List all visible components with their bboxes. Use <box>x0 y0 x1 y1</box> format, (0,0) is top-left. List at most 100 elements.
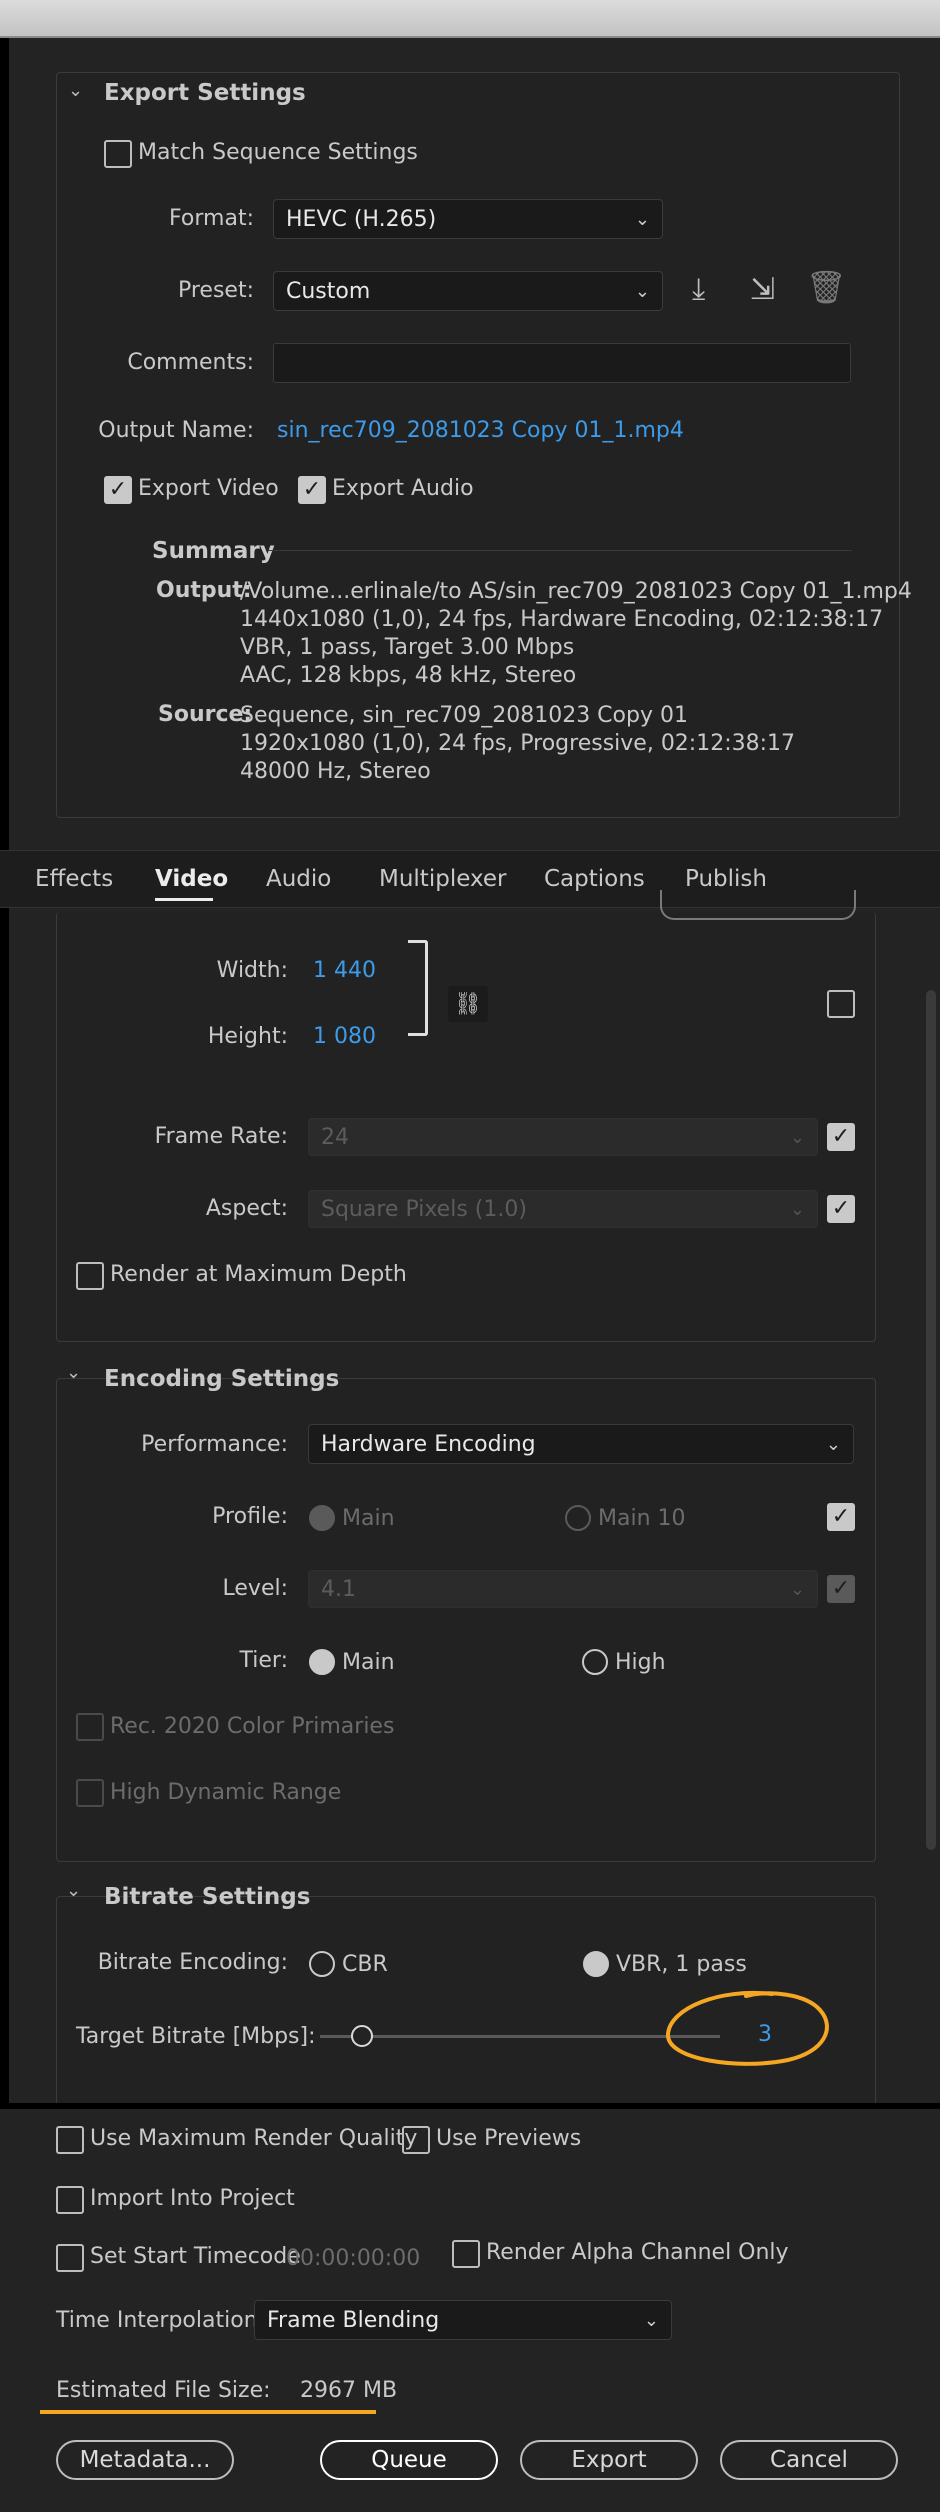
profile-main10-label: Main 10 <box>598 1506 686 1531</box>
tab-video-underline <box>155 898 213 901</box>
profile-main-label: Main <box>342 1506 395 1531</box>
aspect-value: Square Pixels (1.0) <box>321 1196 527 1222</box>
queue-button[interactable]: Queue <box>320 2440 498 2480</box>
time-interpolation-select[interactable]: Frame Blending ⌄ <box>254 2300 672 2340</box>
vbr-radio[interactable] <box>583 1951 609 1977</box>
tab-multiplexer[interactable]: Multiplexer <box>379 866 506 892</box>
export-video-checkbox[interactable] <box>104 476 132 504</box>
profile-override-checkbox[interactable] <box>827 1503 855 1531</box>
summary-source-block: Sequence, sin_rec709_2081023 Copy 01 192… <box>240 702 795 786</box>
preset-value: Custom <box>286 278 371 304</box>
time-interpolation-value: Frame Blending <box>267 2307 440 2333</box>
annotation-underline <box>40 2410 376 2414</box>
profile-main10-radio[interactable] <box>565 1505 591 1531</box>
summary-source-label: Source: <box>158 702 253 727</box>
hdr-label: High Dynamic Range <box>110 1780 342 1805</box>
summary-source-line: Sequence, sin_rec709_2081023 Copy 01 <box>240 703 688 728</box>
profile-main-radio[interactable] <box>309 1505 335 1531</box>
vbr-label: VBR, 1 pass <box>616 1952 747 1977</box>
summary-output-line: AAC, 128 kbps, 48 kHz, Stereo <box>240 663 577 688</box>
comments-input[interactable] <box>273 343 851 383</box>
cbr-label: CBR <box>342 1952 388 1977</box>
tab-captions[interactable]: Captions <box>544 866 645 892</box>
tier-high-label: High <box>615 1650 666 1675</box>
hdr-checkbox[interactable] <box>76 1779 104 1807</box>
set-start-timecode-label: Set Start Timecode <box>90 2244 301 2269</box>
chevron-down-icon: ⌄ <box>634 208 650 230</box>
summary-output-line: 1440x1080 (1,0), 24 fps, Hardware Encodi… <box>240 607 884 632</box>
profile-label: Profile: <box>212 1504 288 1529</box>
export-audio-checkbox[interactable] <box>298 476 326 504</box>
match-source-button-partial[interactable] <box>660 890 856 920</box>
tab-publish[interactable]: Publish <box>685 866 767 892</box>
chevron-down-icon[interactable]: ⌄ <box>68 80 83 101</box>
summary-output-block: /Volume...erlinale/to AS/sin_rec709_2081… <box>240 578 912 690</box>
match-sequence-checkbox[interactable] <box>104 140 132 168</box>
aspect-override-checkbox[interactable] <box>827 1195 855 1223</box>
frame-rate-override-checkbox[interactable] <box>827 1123 855 1151</box>
height-value[interactable]: 1 080 <box>313 1024 376 1049</box>
tab-audio[interactable]: Audio <box>266 866 331 892</box>
annotation-circle <box>665 1991 829 2066</box>
import-preset-icon[interactable]: ⇲ <box>750 272 775 307</box>
estimated-file-size-label: Estimated File Size: <box>56 2378 271 2403</box>
link-dimensions-icon[interactable]: ⛓ <box>448 986 488 1022</box>
width-label: Width: <box>216 958 288 983</box>
output-name-link[interactable]: sin_rec709_2081023 Copy 01_1.mp4 <box>277 418 684 443</box>
performance-label: Performance: <box>141 1432 288 1457</box>
bitrate-encoding-label: Bitrate Encoding: <box>97 1950 288 1975</box>
output-name-label: Output Name: <box>98 418 254 443</box>
frame-rate-select[interactable]: 24 ⌄ <box>308 1118 818 1156</box>
tab-video[interactable]: Video <box>155 866 228 892</box>
format-label: Format: <box>169 206 254 231</box>
comments-label: Comments: <box>127 350 254 375</box>
import-into-project-checkbox[interactable] <box>56 2186 84 2214</box>
level-override-checkbox[interactable] <box>827 1575 855 1603</box>
save-preset-icon[interactable]: ⤓ <box>692 272 705 307</box>
bitrate-settings-title: Bitrate Settings <box>104 1884 311 1910</box>
rec2020-label: Rec. 2020 Color Primaries <box>110 1714 395 1739</box>
max-render-quality-checkbox[interactable] <box>56 2126 84 2154</box>
performance-select[interactable]: Hardware Encoding ⌄ <box>308 1424 854 1464</box>
height-label: Height: <box>207 1024 288 1049</box>
bottom-divider <box>0 2103 940 2109</box>
tier-label: Tier: <box>239 1648 288 1673</box>
encoding-settings-title: Encoding Settings <box>104 1366 340 1392</box>
render-alpha-checkbox[interactable] <box>452 2240 480 2268</box>
override-dimensions-checkbox[interactable] <box>827 990 855 1018</box>
match-sequence-label: Match Sequence Settings <box>138 140 418 165</box>
export-settings-title: Export Settings <box>104 80 306 106</box>
chevron-down-icon: ⌄ <box>789 1198 805 1220</box>
tier-high-radio[interactable] <box>582 1649 608 1675</box>
window-title-bar <box>0 0 940 38</box>
set-start-timecode-checkbox[interactable] <box>56 2244 84 2272</box>
cancel-button[interactable]: Cancel <box>720 2440 898 2480</box>
target-bitrate-slider-thumb[interactable] <box>351 2025 374 2047</box>
chevron-down-icon: ⌄ <box>634 280 650 302</box>
cbr-radio[interactable] <box>309 1951 335 1977</box>
target-bitrate-label: Target Bitrate [Mbps]: <box>76 2024 316 2049</box>
summary-output-line: VBR, 1 pass, Target 3.00 Mbps <box>240 635 575 660</box>
width-value[interactable]: 1 440 <box>313 958 376 983</box>
summary-divider <box>268 550 852 551</box>
format-value: HEVC (H.265) <box>286 206 437 232</box>
format-select[interactable]: HEVC (H.265) ⌄ <box>273 199 663 239</box>
chevron-down-icon: ⌄ <box>643 2309 659 2331</box>
tab-effects[interactable]: Effects <box>35 866 113 892</box>
tier-main-label: Main <box>342 1650 395 1675</box>
rec2020-checkbox[interactable] <box>76 1713 104 1741</box>
tier-main-radio[interactable] <box>309 1649 335 1675</box>
preset-select[interactable]: Custom ⌄ <box>273 271 663 311</box>
scrollbar[interactable] <box>926 990 936 1850</box>
render-max-depth-checkbox[interactable] <box>76 1262 104 1290</box>
export-button[interactable]: Export <box>520 2440 698 2480</box>
timecode-value[interactable]: 00:00:00:00 <box>286 2246 420 2271</box>
frame-rate-value: 24 <box>321 1124 349 1150</box>
chevron-down-icon[interactable]: ⌄ <box>66 1880 81 1901</box>
metadata-button[interactable]: Metadata... <box>56 2440 234 2480</box>
aspect-select[interactable]: Square Pixels (1.0) ⌄ <box>308 1190 818 1228</box>
chevron-down-icon[interactable]: ⌄ <box>66 1362 81 1383</box>
level-select[interactable]: 4.1 ⌄ <box>308 1570 818 1608</box>
delete-preset-icon[interactable]: 🗑 <box>806 268 847 306</box>
use-previews-checkbox[interactable] <box>402 2126 430 2154</box>
